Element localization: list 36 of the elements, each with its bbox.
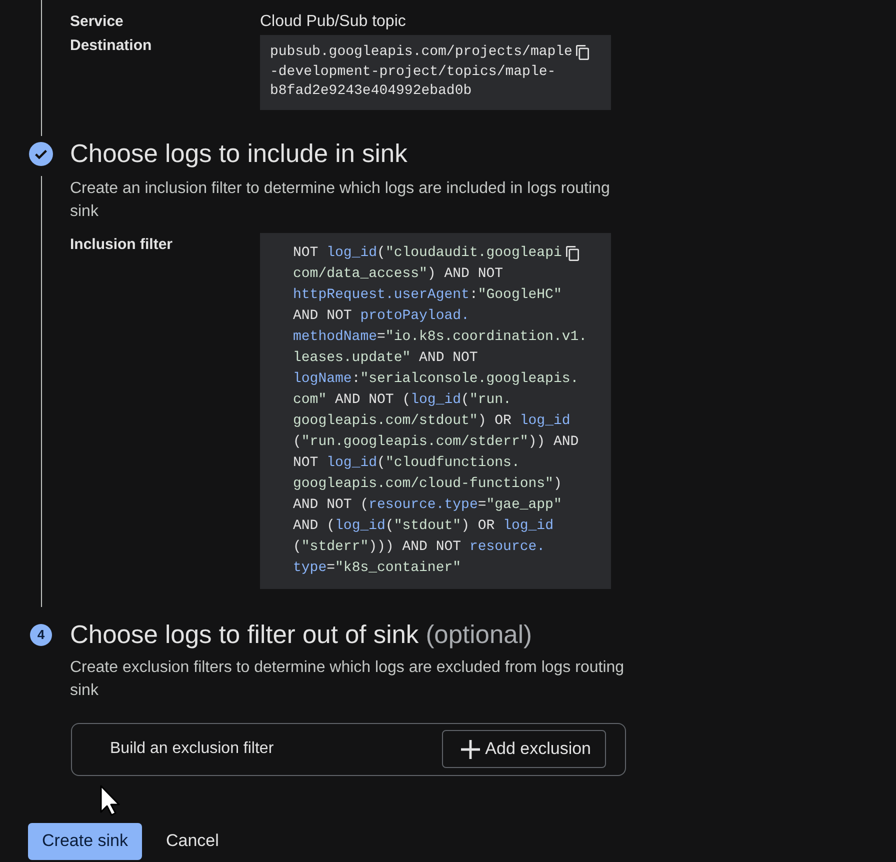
cancel-button[interactable]: Cancel — [154, 822, 231, 860]
code-line: com" AND NOT (log_id("run. — [293, 390, 512, 410]
code-line: ("stderr"))) AND NOT resource. — [293, 538, 546, 556]
step-title: Choose logs to filter out of sink — [70, 622, 419, 648]
field-label: Service Destination — [70, 12, 153, 56]
code-line: methodName="io.k8s.coordination.v1. — [293, 328, 588, 346]
step-title: Choose logs to include in sink — [70, 140, 408, 166]
code-line: NOT log_id("cloudfunctions. — [293, 454, 520, 472]
code-line: leases.update" AND NOT — [293, 348, 478, 368]
code-line: logName:"serialconsole.googleapis. — [293, 370, 579, 388]
code-line: b8fad2e9243e404992ebad0b — [270, 82, 472, 101]
exclusion-prompt: Build an exclusion filter — [110, 740, 274, 758]
code-line: com/data_access") AND NOT — [293, 264, 504, 284]
optional-label: (optional) — [426, 622, 532, 648]
plus-icon — [461, 740, 480, 758]
code-line: googleapis.com/cloud-functions") — [293, 474, 562, 494]
destination-type: Cloud Pub/Sub topic — [260, 12, 407, 32]
code-line: type="k8s_container" — [293, 558, 462, 578]
step-description: Create exclusion filters to determine which logs are excluded from logs routing sink — [70, 658, 626, 700]
add-exclusion-button[interactable]: Add exclusion — [442, 730, 606, 768]
code-line: AND NOT (resource.type="gae_app" — [293, 496, 562, 514]
code-line: AND (log_id("stdout") OR log_id — [293, 516, 554, 536]
code-line: NOT log_id("cloudaudit.googleapi — [293, 244, 562, 262]
field-label: Inclusion filter — [70, 234, 174, 254]
code-line: ("run.googleapis.com/stderr")) AND — [293, 432, 579, 452]
step-number: 4 — [30, 624, 52, 646]
code-line: httpRequest.userAgent:"GoogleHC" — [293, 286, 562, 304]
code-line: -development-project/topics/maple- — [270, 62, 556, 82]
step-description: Create an inclusion filter to determine which logs are included in logs routing sink — [70, 178, 611, 222]
mouse-cursor-icon — [100, 785, 121, 816]
copy-icon[interactable] — [566, 246, 579, 260]
code-line: AND NOT protoPayload. — [293, 306, 470, 326]
code-line: googleapis.com/stdout") OR log_id — [293, 412, 570, 430]
create-sink-button[interactable]: Create sink — [28, 822, 142, 860]
code-line: pubsub.googleapis.com/projects/maple — [270, 43, 572, 62]
copy-icon[interactable] — [576, 45, 590, 60]
